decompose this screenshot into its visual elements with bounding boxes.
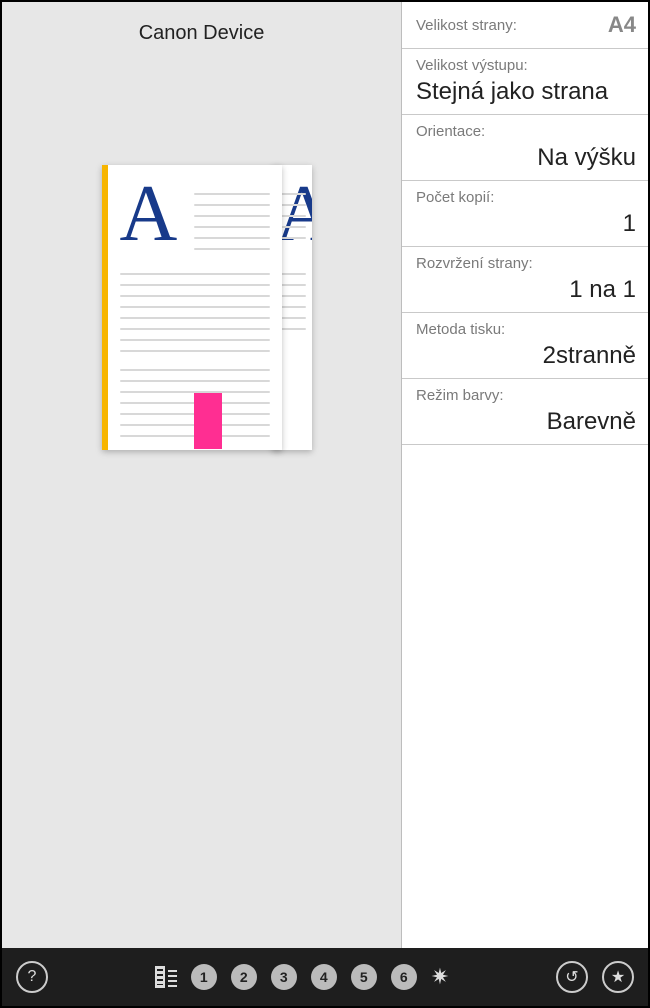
bottom-toolbar: ? 1 2 3 4 5 6 ✷ ↺ ★ (2, 948, 648, 1006)
setting-layout[interactable]: Rozvržení strany: 1 na 1 (402, 247, 648, 313)
star-icon[interactable]: ★ (602, 961, 634, 993)
setting-value: 1 (416, 206, 636, 238)
setting-output-size[interactable]: Velikost výstupu: Stejná jako strana (402, 49, 648, 115)
text-lines (278, 193, 306, 248)
setting-label: Rozvržení strany: (416, 255, 636, 272)
preset-6-button[interactable]: 6 (391, 964, 417, 990)
preview-pane: Canon Device A A (2, 2, 402, 948)
letter-a-icon: A (120, 169, 178, 260)
preset-2-button[interactable]: 2 (231, 964, 257, 990)
setting-color-mode[interactable]: Režim barvy: Barevně (402, 379, 648, 445)
gear-icon[interactable]: ✷ (431, 964, 449, 990)
device-title: Canon Device (139, 2, 265, 55)
setting-print-method[interactable]: Metoda tisku: 2stranně (402, 313, 648, 379)
page-spine (102, 165, 108, 450)
page-preview[interactable]: A A (102, 165, 302, 465)
setting-copies[interactable]: Počet kopií: 1 (402, 181, 648, 247)
document-view-icon[interactable] (155, 966, 177, 988)
preset-3-button[interactable]: 3 (271, 964, 297, 990)
text-lines (120, 273, 270, 361)
setting-label: Orientace: (416, 123, 636, 140)
setting-label: Velikost výstupu: (416, 57, 636, 74)
setting-label: Počet kopií: (416, 189, 636, 206)
text-lines (194, 193, 270, 259)
setting-value: Na výšku (416, 140, 636, 172)
highlight-block (194, 393, 222, 449)
settings-pane: Velikost strany: A4 Velikost výstupu: St… (402, 2, 648, 948)
app-window: Canon Device A A Velikost s (0, 0, 650, 1008)
setting-value: 1 na 1 (416, 272, 636, 304)
setting-value: 2stranně (416, 338, 636, 370)
setting-value: A4 (608, 12, 636, 38)
page-front: A (102, 165, 282, 450)
setting-orientation[interactable]: Orientace: Na výšku (402, 115, 648, 181)
setting-page-size[interactable]: Velikost strany: A4 (402, 2, 648, 49)
preset-1-button[interactable]: 1 (191, 964, 217, 990)
setting-value: Barevně (416, 404, 636, 436)
setting-label: Velikost strany: (416, 17, 517, 34)
help-icon[interactable]: ? (16, 961, 48, 993)
preset-4-button[interactable]: 4 (311, 964, 337, 990)
undo-icon[interactable]: ↺ (556, 961, 588, 993)
setting-label: Režim barvy: (416, 387, 636, 404)
preset-5-button[interactable]: 5 (351, 964, 377, 990)
main-area: Canon Device A A Velikost s (2, 2, 648, 948)
setting-label: Metoda tisku: (416, 321, 636, 338)
text-lines (278, 273, 306, 339)
setting-value: Stejná jako strana (416, 74, 636, 106)
